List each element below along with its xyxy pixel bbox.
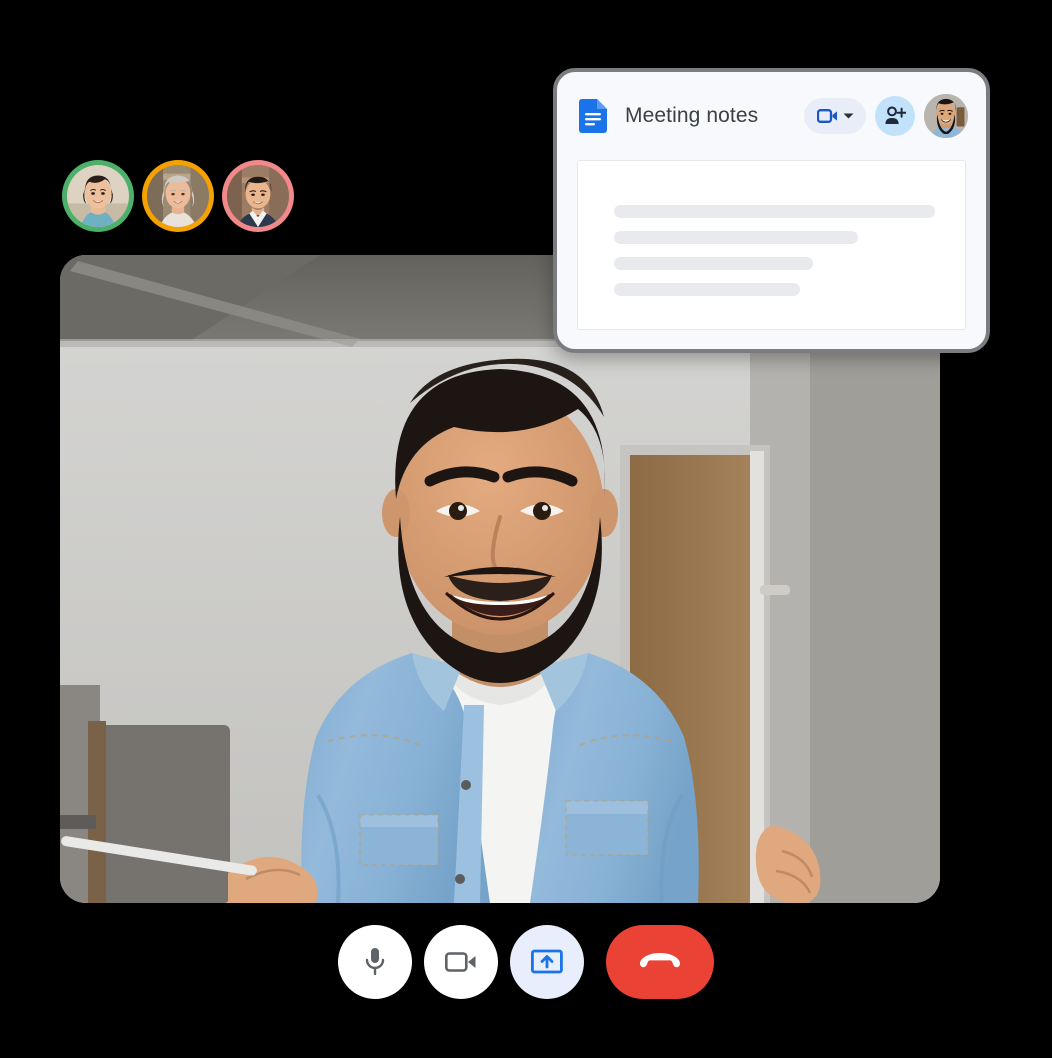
note-placeholder-line xyxy=(614,205,935,218)
avatar xyxy=(67,165,129,227)
participant-avatar-1[interactable] xyxy=(62,160,134,232)
camera-button[interactable] xyxy=(424,925,498,999)
user-avatar[interactable] xyxy=(924,94,968,138)
add-person-button[interactable] xyxy=(875,96,915,136)
camera-dropdown-button[interactable] xyxy=(804,98,866,134)
screen-root: Meeting notes xyxy=(0,0,1052,1058)
participant-3-portrait xyxy=(227,165,289,227)
note-placeholder-line xyxy=(614,283,801,296)
participant-avatar-2[interactable] xyxy=(142,160,214,232)
person-add-icon xyxy=(885,106,906,124)
google-docs-icon xyxy=(579,99,607,133)
call-controls-bar xyxy=(0,925,1052,999)
participant-2-portrait xyxy=(147,165,209,227)
video-camera-icon xyxy=(445,952,476,972)
user-avatar-portrait xyxy=(924,94,968,138)
notes-title: Meeting notes xyxy=(625,104,759,127)
microphone-icon xyxy=(365,948,385,976)
video-camera-icon xyxy=(816,109,837,123)
hang-up-button[interactable] xyxy=(606,925,714,999)
present-to-all-icon xyxy=(531,949,563,974)
present-screen-button[interactable] xyxy=(510,925,584,999)
note-placeholder-line xyxy=(614,231,858,244)
chevron-down-icon xyxy=(843,113,853,119)
microphone-button[interactable] xyxy=(338,925,412,999)
meeting-notes-card[interactable]: Meeting notes xyxy=(553,68,990,353)
phone-hangup-icon xyxy=(640,953,680,968)
avatar xyxy=(227,165,289,227)
participant-strip xyxy=(62,160,294,232)
notes-document-body[interactable] xyxy=(577,160,966,330)
participant-1-portrait xyxy=(67,165,129,227)
participant-avatar-3[interactable] xyxy=(222,160,294,232)
note-placeholder-line xyxy=(614,257,814,270)
avatar xyxy=(147,165,209,227)
notes-card-header: Meeting notes xyxy=(557,72,986,160)
